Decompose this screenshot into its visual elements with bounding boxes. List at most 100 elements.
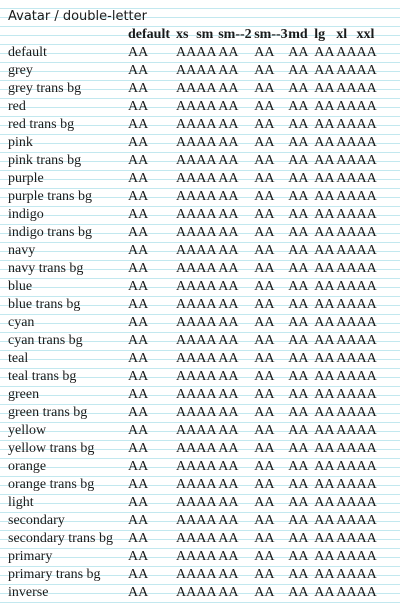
row-label: teal trans bg [8, 369, 77, 384]
avatar-cell: AA [196, 458, 218, 476]
avatar-xxl: AA [356, 261, 377, 276]
avatar-default: AA [128, 369, 149, 384]
avatar-cell: AA [336, 404, 356, 422]
table-row: secondary AA AA AA AA AA AA AA AA AA [8, 512, 380, 530]
avatar-md: AA [288, 243, 309, 258]
table-row: blue AA AA AA AA AA AA AA AA AA [8, 278, 380, 296]
avatar-sm-2: AA [218, 549, 239, 564]
avatar-cell: AA [254, 584, 288, 602]
avatar-sm-2: AA [218, 63, 239, 78]
avatar-default: AA [128, 279, 149, 294]
avatar-cell: AA [356, 350, 380, 368]
avatar-xxl: AA [356, 297, 377, 312]
table-row: grey AA AA AA AA AA AA AA AA AA [8, 62, 380, 80]
avatar-sm-3: AA [254, 567, 275, 582]
avatar-md: AA [288, 261, 309, 276]
avatar-cell: AA [314, 206, 336, 224]
avatar-cell: AA [356, 566, 380, 584]
avatar-default: AA [128, 135, 149, 150]
avatar-cell: AA [356, 242, 380, 260]
avatar-lg: AA [314, 567, 335, 582]
avatar-xs: AA [176, 225, 197, 240]
avatar-default: AA [128, 351, 149, 366]
column-header-md: md [288, 27, 308, 42]
avatar-cell: AA [218, 98, 254, 116]
avatar-sm-2: AA [218, 405, 239, 420]
avatar-cell: AA [356, 368, 380, 386]
avatar-cell: AA [254, 512, 288, 530]
avatar-default: AA [128, 405, 149, 420]
avatar-md: AA [288, 297, 309, 312]
avatar-cell: AA [314, 566, 336, 584]
column-header-sm: sm [196, 27, 214, 42]
avatar-cell: AA [128, 188, 176, 206]
avatar-cell: AA [176, 80, 196, 98]
avatar-xl: AA [336, 477, 357, 492]
avatar-cell: AA [176, 296, 196, 314]
row-label: inverse [8, 585, 49, 600]
avatar-cell: AA [314, 98, 336, 116]
row-label: green [8, 387, 40, 402]
avatar-xxl: AA [356, 243, 377, 258]
avatar-xxl: AA [356, 99, 377, 114]
avatar-cell: AA [314, 584, 336, 602]
avatar-lg: AA [314, 117, 335, 132]
avatar-sm-2: AA [218, 387, 239, 402]
avatar-xs: AA [176, 99, 197, 114]
avatar-md: AA [288, 117, 309, 132]
avatar-lg: AA [314, 495, 335, 510]
avatar-xl: AA [336, 207, 357, 222]
row-label: cyan [8, 315, 35, 330]
avatar-cell: AA [356, 314, 380, 332]
avatar-xxl: AA [356, 441, 377, 456]
avatar-cell: AA [314, 386, 336, 404]
avatar-lg: AA [314, 315, 335, 330]
table-row: navy AA AA AA AA AA AA AA AA AA [8, 242, 380, 260]
avatar-cell: AA [356, 80, 380, 98]
avatar-xxl: AA [356, 369, 377, 384]
row-label: secondary [8, 513, 65, 528]
avatar-cell: AA [254, 62, 288, 80]
avatar-lg: AA [314, 585, 335, 600]
avatar-default: AA [128, 315, 149, 330]
avatar-cell: AA [254, 458, 288, 476]
avatar-xxl: AA [356, 81, 377, 96]
avatar-cell: AA [356, 134, 380, 152]
avatar-cell: AA [288, 170, 314, 188]
avatar-cell: AA [196, 242, 218, 260]
avatar-md: AA [288, 477, 309, 492]
avatar-sm-3: AA [254, 63, 275, 78]
table-row: green trans bg AA AA AA AA AA AA AA AA AA [8, 404, 380, 422]
avatar-md: AA [288, 315, 309, 330]
avatar-xl: AA [336, 261, 357, 276]
avatar-lg: AA [314, 243, 335, 258]
table-row: navy trans bg AA AA AA AA AA AA AA AA AA [8, 260, 380, 278]
avatar-cell: AA [254, 350, 288, 368]
avatar-cell: AA [218, 440, 254, 458]
avatar-md: AA [288, 135, 309, 150]
avatar-md: AA [288, 387, 309, 402]
avatar-sm-2: AA [218, 153, 239, 168]
avatar-default: AA [128, 531, 149, 546]
avatar-xxl: AA [356, 153, 377, 168]
avatar-cell: AA [336, 368, 356, 386]
avatar-md: AA [288, 207, 309, 222]
avatar-cell: AA [176, 134, 196, 152]
row-label: purple trans bg [8, 189, 92, 204]
avatar-cell: AA [128, 494, 176, 512]
avatar-cell: AA [218, 224, 254, 242]
avatar-sm-2: AA [218, 423, 239, 438]
avatar-xxl: AA [356, 225, 377, 240]
avatar-xs: AA [176, 297, 197, 312]
avatar-xs: AA [176, 423, 197, 438]
avatar-sm-2: AA [218, 117, 239, 132]
avatar-xxl: AA [356, 477, 377, 492]
avatar-cell: AA [356, 188, 380, 206]
avatar-cell: AA [218, 116, 254, 134]
avatar-cell: AA [128, 116, 176, 134]
avatar-default: AA [128, 495, 149, 510]
row-label: yellow [8, 423, 47, 438]
avatar-xxl: AA [356, 279, 377, 294]
avatar-xs: AA [176, 315, 197, 330]
avatar-default: AA [128, 153, 149, 168]
